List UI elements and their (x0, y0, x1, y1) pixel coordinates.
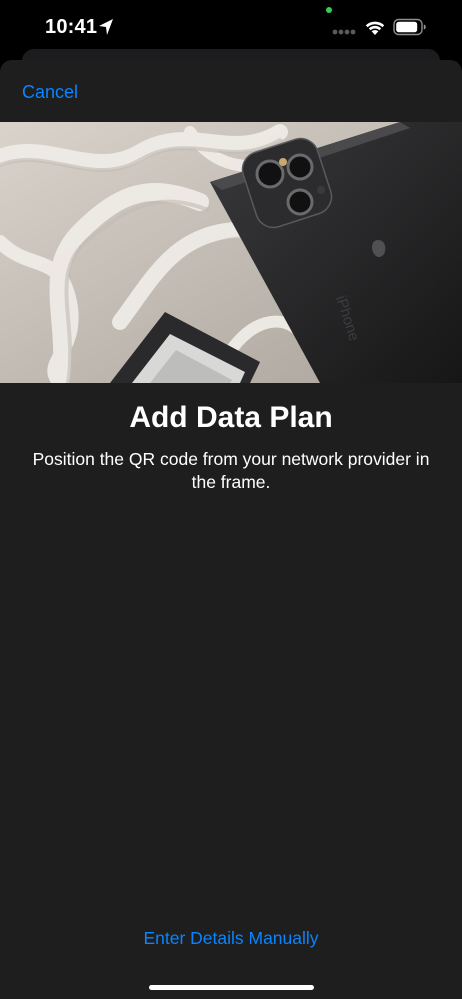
wifi-icon (365, 21, 385, 35)
page-title: Add Data Plan (129, 401, 333, 434)
instructions-text: Position the QR code from your network p… (32, 449, 430, 492)
add-data-plan-sheet: Cancel iPhone Add Data Plan Position the… (0, 60, 462, 999)
camera-feed-image: iPhone (0, 122, 462, 383)
screen: 10:41 Cancel iPhone Add Data Plan Positi… (0, 0, 462, 999)
location-arrow-icon (99, 19, 113, 35)
privacy-indicator-dot (326, 7, 332, 13)
battery-icon (393, 18, 426, 36)
home-indicator[interactable] (149, 985, 314, 990)
cancel-button[interactable]: Cancel (22, 82, 78, 103)
status-time: 10:41 (45, 16, 98, 38)
signal-icon (332, 29, 356, 35)
camera-viewfinder: iPhone (0, 122, 462, 383)
status-bar: 10:41 (0, 0, 462, 56)
enter-details-manually-button[interactable]: Enter Details Manually (0, 928, 462, 949)
